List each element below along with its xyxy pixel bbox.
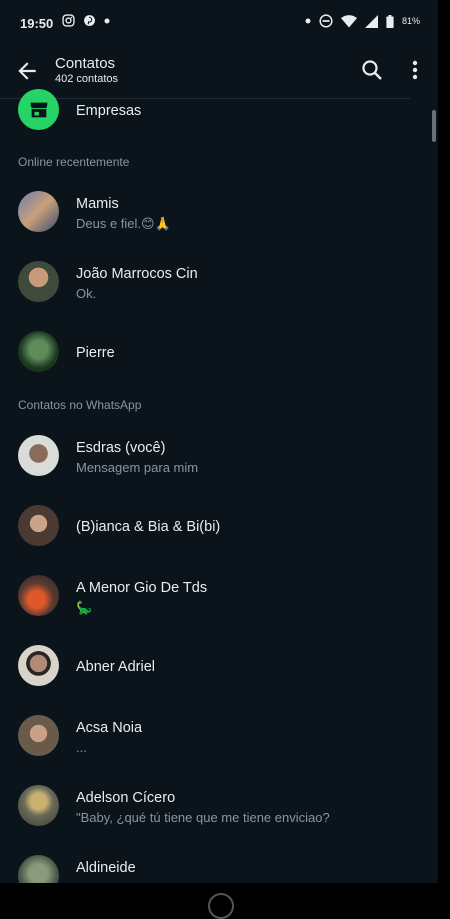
home-button[interactable]	[208, 893, 234, 919]
avatar	[18, 505, 59, 546]
contact-name: João Marrocos Cin	[76, 266, 198, 282]
contact-status: ...	[76, 740, 87, 755]
instagram-icon	[62, 14, 75, 27]
battery-icon	[386, 14, 394, 28]
contact-row[interactable]: Abner Adriel	[0, 631, 438, 701]
contact-status: "Baby, ¿qué tú tiene que me tiene envici…	[76, 810, 330, 825]
notification-icons	[62, 14, 110, 27]
avatar	[18, 435, 59, 476]
contact-row[interactable]: (B)ianca & Bia & Bi(bi)	[0, 491, 438, 561]
contacts-screen: 19:50 81% Contatos 402 contatos Empresas…	[0, 0, 438, 883]
contact-status: Mensagem para mim	[76, 460, 199, 475]
avatar	[18, 331, 59, 372]
contact-status: 🦕	[76, 600, 93, 615]
contact-name: Aldineide	[76, 860, 136, 876]
avatar	[18, 645, 59, 686]
contact-row[interactable]: João Marrocos Cin Ok.	[0, 247, 438, 317]
contact-status: Ok.	[76, 286, 97, 301]
business-row[interactable]: Empresas	[0, 75, 438, 145]
contact-name: (B)ianca & Bia & Bi(bi)	[76, 519, 221, 535]
contact-status: Deus e fiel.😊🙏	[76, 216, 171, 231]
contact-row[interactable]: Acsa Noia ...	[0, 701, 438, 771]
status-bar: 19:50 81%	[0, 0, 438, 46]
avatar	[18, 785, 59, 826]
system-icons: 81%	[305, 14, 420, 28]
contact-name: Adelson Cícero	[76, 790, 176, 806]
dnd-icon	[319, 14, 333, 28]
store-icon	[30, 102, 47, 117]
page-title: Contatos	[55, 55, 116, 72]
business-avatar	[18, 89, 59, 130]
contact-name: Esdras (você)	[76, 440, 166, 456]
contact-row[interactable]: Mamis Deus e fiel.😊🙏	[0, 177, 438, 247]
avatar	[18, 261, 59, 302]
wifi-icon	[340, 14, 357, 27]
contact-name: A Menor Gio De Tds	[76, 580, 208, 596]
battery-level: 81%	[401, 16, 420, 26]
avatar	[18, 575, 59, 616]
business-label: Empresas	[76, 103, 142, 119]
contact-name: Abner Adriel	[76, 659, 155, 675]
section-header-whatsapp: Contatos no WhatsApp	[18, 398, 142, 412]
contact-name: Acsa Noia	[76, 720, 143, 736]
contact-row[interactable]: Pierre	[0, 317, 438, 387]
status-time: 19:50	[20, 16, 54, 31]
contact-name: Mamis	[76, 196, 119, 212]
avatar	[18, 191, 59, 232]
avatar	[18, 855, 59, 883]
avatar	[18, 715, 59, 756]
contact-row[interactable]: Adelson Cícero "Baby, ¿qué tú tiene que …	[0, 771, 438, 841]
contact-row[interactable]: A Menor Gio De Tds 🦕	[0, 561, 438, 631]
section-header-recent: Online recentemente	[18, 155, 130, 169]
contact-name: Pierre	[76, 345, 115, 361]
contact-row[interactable]: Aldineide	[0, 841, 438, 883]
notification-dot-icon	[104, 18, 110, 23]
pinterest-icon	[84, 15, 95, 26]
notification-dot-icon	[305, 18, 311, 24]
contact-row[interactable]: Esdras (você) Mensagem para mim	[0, 421, 438, 491]
signal-icon	[364, 14, 378, 28]
device-bezel	[438, 0, 450, 900]
